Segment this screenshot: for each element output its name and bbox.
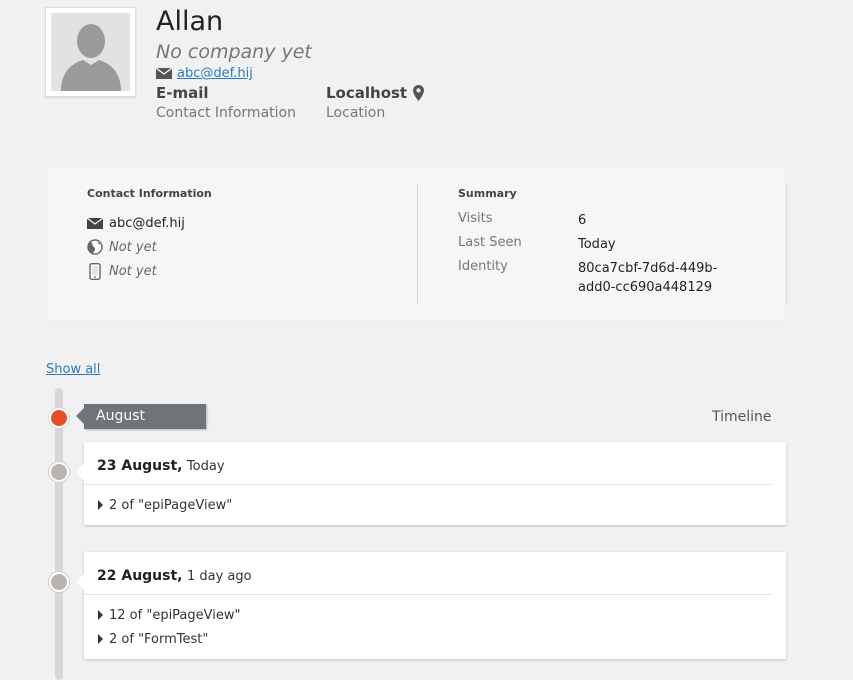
email-link[interactable]: abc@def.hij bbox=[177, 66, 253, 81]
contact-info-column: Contact Information abc@def.hij Not yet … bbox=[47, 185, 418, 304]
email-meta-caption: Contact Information bbox=[156, 105, 296, 121]
contact-name: Allan bbox=[156, 6, 224, 37]
envelope-icon bbox=[87, 217, 103, 229]
location-meta: Localhost Location bbox=[326, 84, 425, 121]
day-header: 23 August, Today bbox=[84, 442, 772, 485]
envelope-icon bbox=[156, 68, 172, 79]
summary-key: Identity bbox=[458, 259, 508, 274]
email-line: abc@def.hij bbox=[156, 66, 253, 81]
summary-title: Summary bbox=[458, 187, 517, 200]
timeline-day-dot bbox=[49, 572, 69, 592]
person-silhouette-icon bbox=[61, 24, 121, 91]
month-tag[interactable]: August bbox=[76, 404, 206, 429]
day-relative: Today bbox=[186, 459, 225, 474]
summary-value: Today bbox=[578, 237, 616, 252]
summary-key: Visits bbox=[458, 211, 493, 226]
event-row[interactable]: 2 of "epiPageView" bbox=[98, 493, 773, 517]
timeline-month-dot bbox=[49, 408, 69, 428]
contact-website-row: Not yet bbox=[87, 235, 417, 259]
contact-phone: Not yet bbox=[109, 263, 157, 279]
event-label: 12 of "epiPageView" bbox=[109, 607, 241, 623]
expand-caret-icon[interactable] bbox=[98, 634, 103, 644]
timeline-track bbox=[55, 388, 63, 680]
email-meta-value: E-mail bbox=[156, 84, 209, 102]
timeline-day-dot bbox=[49, 462, 69, 482]
mobile-phone-icon bbox=[89, 262, 101, 280]
event-row[interactable]: 12 of "epiPageView" bbox=[98, 603, 773, 627]
map-pin-icon bbox=[413, 85, 425, 101]
timeline-day-card: 23 August, Today 2 of "epiPageView" bbox=[76, 442, 786, 525]
expand-caret-icon[interactable] bbox=[98, 610, 103, 620]
contact-website: Not yet bbox=[109, 239, 157, 255]
show-all-link[interactable]: Show all bbox=[46, 362, 100, 377]
contact-info-title: Contact Information bbox=[87, 187, 212, 200]
info-panel: Contact Information abc@def.hij Not yet … bbox=[46, 166, 787, 321]
day-events: 12 of "epiPageView" 2 of "FormTest" bbox=[84, 595, 786, 659]
day-date: 23 August, bbox=[97, 458, 183, 474]
location-meta-value-row: Localhost bbox=[326, 84, 425, 102]
timeline-heading: Timeline bbox=[712, 409, 772, 425]
expand-caret-icon[interactable] bbox=[98, 500, 103, 510]
summary-column: Summary Visits 6 Last Seen Today Identit… bbox=[418, 185, 787, 304]
company-name: No company yet bbox=[156, 41, 312, 63]
location-caption: Location bbox=[326, 105, 386, 121]
email-meta: E-mail Contact Information bbox=[156, 84, 296, 121]
day-events: 2 of "epiPageView" bbox=[84, 485, 786, 525]
event-label: 2 of "FormTest" bbox=[109, 631, 209, 647]
contact-email: abc@def.hij bbox=[109, 215, 185, 231]
avatar bbox=[45, 7, 136, 97]
summary-key: Last Seen bbox=[458, 235, 522, 250]
contact-phone-row: Not yet bbox=[87, 259, 417, 283]
summary-value: 6 bbox=[578, 213, 587, 228]
day-date: 22 August, bbox=[97, 568, 183, 584]
summary-value: 80ca7cbf-7d6d-449b-add0-cc690a448129 bbox=[578, 261, 718, 295]
summary-row-last-seen: Last Seen Today bbox=[458, 235, 786, 259]
summary-row-visits: Visits 6 bbox=[458, 211, 786, 235]
event-row[interactable]: 2 of "FormTest" bbox=[98, 627, 773, 651]
summary-row-identity: Identity 80ca7cbf-7d6d-449b-add0-cc690a4… bbox=[458, 259, 786, 297]
location-value: Localhost bbox=[326, 84, 408, 102]
timeline-day-card: 22 August, 1 day ago 12 of "epiPageView"… bbox=[76, 552, 786, 659]
globe-icon bbox=[87, 239, 103, 255]
day-relative: 1 day ago bbox=[186, 569, 252, 584]
event-label: 2 of "epiPageView" bbox=[109, 497, 233, 513]
contact-email-row: abc@def.hij bbox=[87, 211, 417, 235]
day-header: 22 August, 1 day ago bbox=[84, 552, 772, 595]
